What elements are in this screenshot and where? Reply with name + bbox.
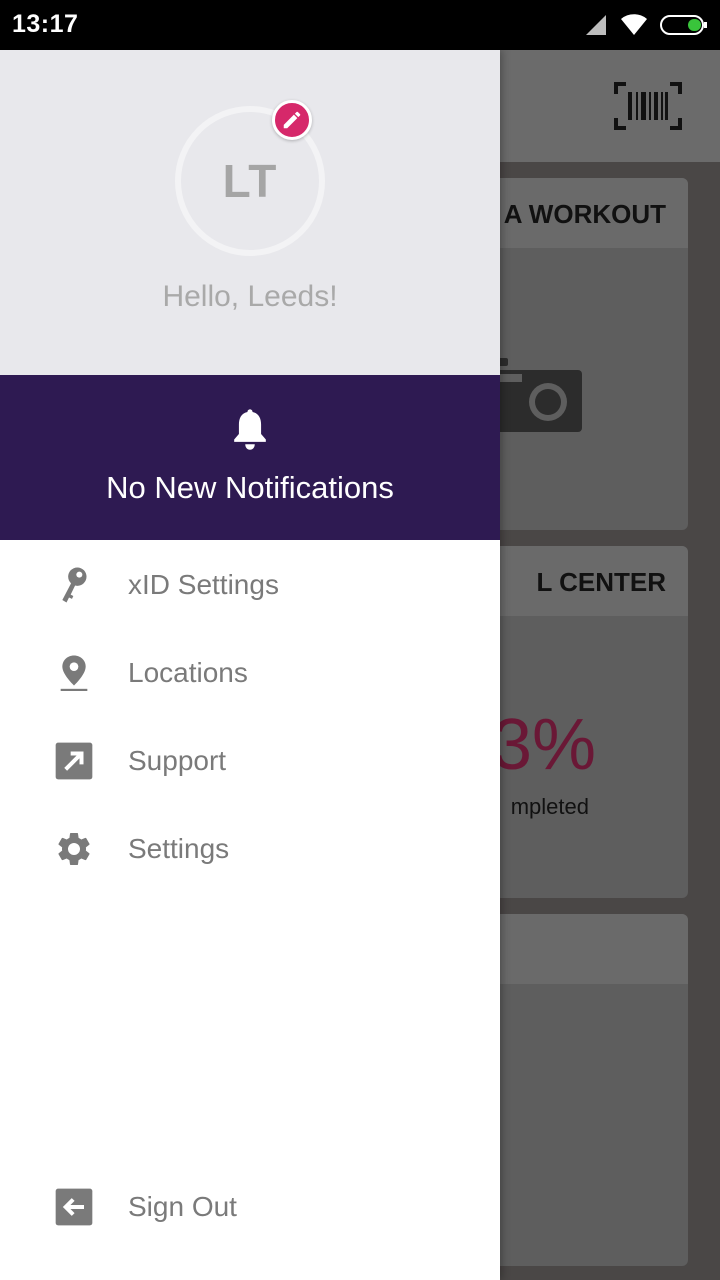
menu-item-label: Support: [128, 745, 227, 776]
gear-icon: [52, 827, 96, 871]
status-time: 13:17: [12, 10, 79, 38]
sign-out-icon: [52, 1185, 96, 1229]
sign-out-label: Sign Out: [128, 1191, 237, 1222]
menu-item-label: Settings: [128, 833, 230, 864]
completion-percent: 3%: [492, 705, 597, 785]
menu-item-locations[interactable]: Locations: [0, 633, 500, 713]
menu-item-support[interactable]: Support: [0, 721, 500, 801]
avatar-initials: LT: [222, 155, 278, 207]
edit-profile-button[interactable]: [272, 100, 312, 140]
notifications-text: No New Notifications: [106, 470, 394, 505]
signal-icon: [586, 15, 606, 35]
sign-out-button[interactable]: Sign Out: [0, 1167, 500, 1247]
key-icon: [52, 563, 96, 607]
notifications-banner[interactable]: No New Notifications: [0, 375, 500, 540]
wifi-icon: [621, 14, 647, 35]
menu-item-label: Locations: [128, 657, 248, 688]
camera-icon: [486, 358, 582, 432]
location-pin-icon: [52, 651, 96, 695]
battery-icon: [660, 15, 707, 35]
status-bar: 13:17: [0, 0, 720, 50]
pencil-icon: [283, 111, 301, 129]
profile-header: LT Hello, Leeds!: [0, 50, 500, 375]
menu-item-xid-settings[interactable]: xID Settings: [0, 545, 500, 625]
greeting: Hello, Leeds!: [162, 280, 338, 313]
menu-item-label: xID Settings: [128, 569, 279, 600]
bell-icon: [234, 409, 266, 450]
barcode-scanner-icon[interactable]: [612, 80, 684, 132]
navigation-drawer: LT Hello, Leeds! No New Notifications xI…: [0, 50, 500, 1280]
menu-item-settings[interactable]: Settings: [0, 809, 500, 889]
status-icons: [584, 12, 708, 38]
external-link-icon: [52, 739, 96, 783]
